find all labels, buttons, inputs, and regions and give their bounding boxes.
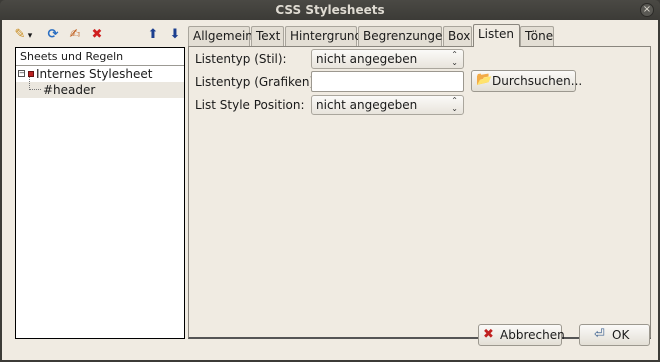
- refresh-icon: ⟳: [47, 27, 59, 42]
- tab-toene[interactable]: Töne: [520, 26, 554, 46]
- sheets-tree[interactable]: Sheets und Regeln − Internes Stylesheet …: [15, 47, 185, 339]
- tab-allgemein[interactable]: Allgemein: [188, 26, 253, 46]
- refresh-button[interactable]: ⟳: [45, 27, 61, 43]
- delete-icon: ✖: [91, 27, 103, 42]
- tab-text[interactable]: Text: [251, 26, 284, 46]
- title-bar[interactable]: CSS Stylesheets ×: [0, 0, 660, 20]
- tree-item-internal-stylesheet[interactable]: − Internes Stylesheet: [16, 66, 184, 82]
- cancel-button-label: Abbrechen: [500, 328, 565, 342]
- move-down-button[interactable]: ⬇: [167, 27, 183, 43]
- open-stylesheet-icon: ✎: [14, 27, 26, 42]
- edit-rule-icon: ✍: [69, 27, 81, 42]
- ok-button[interactable]: ⏎ OK: [579, 324, 650, 346]
- tree-item-label: Internes Stylesheet: [36, 67, 153, 81]
- delete-button[interactable]: ✖: [89, 27, 105, 43]
- tree-column-header[interactable]: Sheets und Regeln: [16, 48, 184, 66]
- dialog-window: CSS Stylesheets × ✎ ▾ ⟳ ✍ ✖ ⬆ ⬇ Sheets u…: [0, 0, 660, 362]
- close-window-button[interactable]: ×: [640, 3, 654, 17]
- edit-rule-button[interactable]: ✍: [67, 27, 83, 43]
- cancel-button[interactable]: ✖ Abbrechen: [478, 324, 565, 346]
- updown-arrows-icon: ⌃ ⌄: [451, 50, 458, 67]
- list-type-value: nicht angegeben: [316, 52, 418, 66]
- list-type-select[interactable]: nicht angegeben ⌃ ⌄: [311, 49, 464, 69]
- list-image-input[interactable]: [311, 71, 464, 92]
- listen-tab-panel: Listentyp (Stil): nicht angegeben ⌃ ⌄ Lis…: [188, 46, 651, 339]
- tree-connector: [29, 77, 41, 90]
- tab-hintergrund[interactable]: Hintergrund: [285, 26, 362, 46]
- tree-item-header-rule[interactable]: #header: [16, 77, 184, 98]
- close-icon: ×: [642, 4, 652, 15]
- tab-box[interactable]: Box: [443, 26, 472, 46]
- list-image-label: Listentyp (Grafiken):: [195, 75, 319, 89]
- list-position-select[interactable]: nicht angegeben ⌃ ⌄: [311, 95, 464, 115]
- browse-button[interactable]: 📂 Durchsuchen...: [471, 70, 582, 92]
- ok-icon: ⏎: [594, 327, 605, 342]
- tab-listen[interactable]: Listen: [473, 24, 520, 47]
- collapse-icon[interactable]: −: [18, 70, 25, 77]
- window-title: CSS Stylesheets: [275, 3, 385, 17]
- browse-button-label: Durchsuchen...: [492, 74, 583, 88]
- move-up-icon: ⬆: [147, 27, 159, 42]
- list-position-value: nicht angegeben: [316, 98, 418, 112]
- tree-item-label: #header: [43, 83, 96, 97]
- list-type-label: Listentyp (Stil):: [195, 52, 287, 66]
- move-up-button[interactable]: ⬆: [145, 27, 161, 43]
- tab-begrenzungen[interactable]: Begrenzungen: [358, 26, 450, 46]
- dialog-body: ✎ ▾ ⟳ ✍ ✖ ⬆ ⬇ Sheets und Regeln − Intern…: [2, 20, 658, 360]
- move-down-icon: ⬇: [169, 27, 181, 42]
- folder-open-icon: 📂: [476, 72, 493, 87]
- updown-arrows-icon: ⌃ ⌄: [451, 96, 458, 113]
- ok-button-label: OK: [612, 328, 630, 342]
- list-position-label: List Style Position:: [195, 98, 305, 112]
- open-stylesheet-menu-button[interactable]: ▾: [25, 28, 35, 44]
- dropdown-arrow-icon: ▾: [27, 31, 33, 41]
- cancel-icon: ✖: [483, 327, 494, 342]
